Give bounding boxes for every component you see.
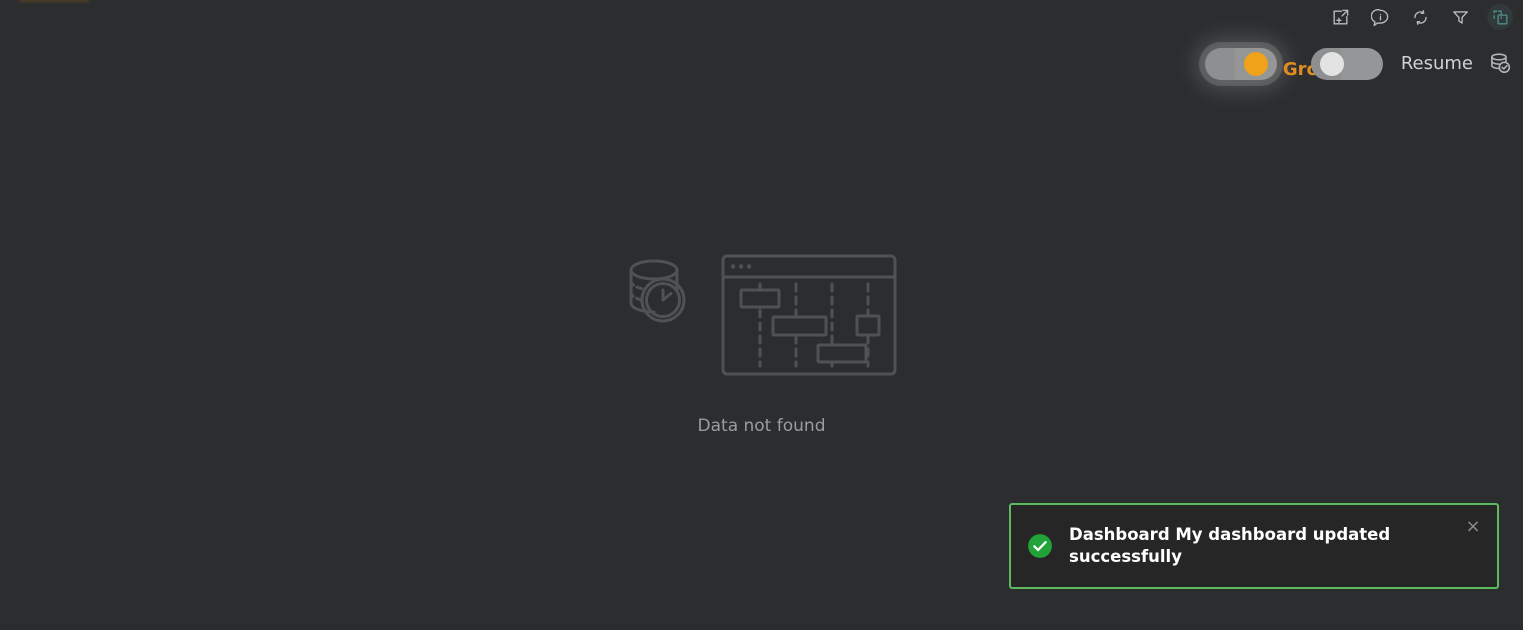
dashboard-controls: Group Resume xyxy=(1204,42,1515,86)
dashboard-page: Group Resume xyxy=(0,0,1523,630)
bottom-band xyxy=(0,624,1523,630)
toolbar-icons xyxy=(1327,2,1513,32)
group-toggle[interactable] xyxy=(1204,48,1277,80)
toggle-track-shade xyxy=(1340,48,1383,80)
check-circle-icon xyxy=(1027,533,1053,559)
toggle-knob xyxy=(1243,52,1268,76)
duplicate-icon[interactable] xyxy=(1487,4,1513,30)
toggle-knob xyxy=(1319,52,1344,76)
toast-message: Dashboard My dashboard updated successfu… xyxy=(1069,524,1391,566)
toast-close-button[interactable]: × xyxy=(1463,517,1483,537)
export-icon[interactable] xyxy=(1327,4,1353,30)
info-icon[interactable] xyxy=(1367,4,1393,30)
resume-toggle[interactable] xyxy=(1310,48,1383,80)
empty-state-message: Data not found xyxy=(697,416,826,436)
empty-state-illustration xyxy=(622,250,902,390)
cut-off-tab-indicator xyxy=(18,0,90,2)
filter-icon[interactable] xyxy=(1447,4,1473,30)
database-check-icon[interactable] xyxy=(1485,49,1515,79)
resume-toggle-label: Resume xyxy=(1400,53,1473,74)
group-control: Group xyxy=(1204,48,1345,80)
empty-state: Data not found xyxy=(0,250,1523,436)
refresh-icon[interactable] xyxy=(1407,4,1433,30)
toast-notification: Dashboard My dashboard updated successfu… xyxy=(1009,503,1499,589)
